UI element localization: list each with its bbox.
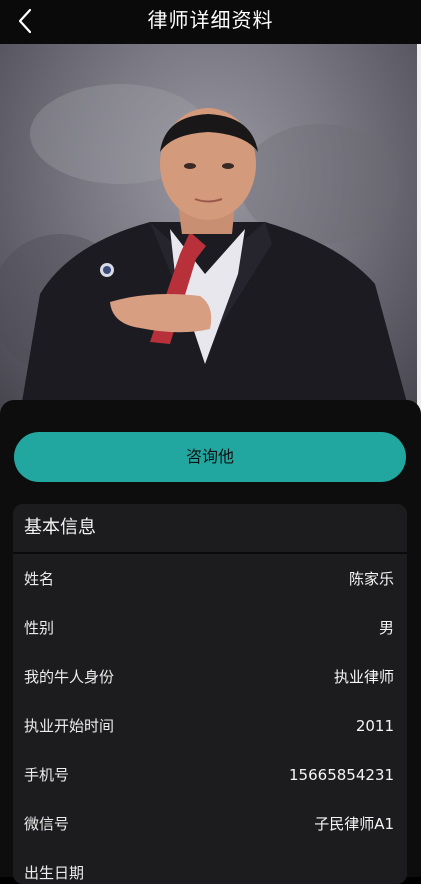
info-row-practice-start: 执业开始时间 2011 (13, 701, 407, 750)
profile-panel: 咨询他 基本信息 姓名 陈家乐 性别 男 我的牛人身份 执业律师 执业开始时间 … (0, 400, 421, 884)
info-label: 手机号 (24, 766, 70, 784)
lawyer-portrait-image (0, 84, 410, 414)
info-value: 陈家乐 (348, 570, 394, 588)
photo-edge (417, 44, 421, 414)
info-row-identity: 我的牛人身份 执业律师 (13, 652, 407, 701)
page-title: 律师详细资料 (147, 8, 274, 32)
info-value: 15665854231 (289, 765, 394, 784)
info-row-birthdate: 出生日期 (13, 848, 407, 884)
info-value: 2011 (355, 716, 394, 735)
info-label: 微信号 (24, 815, 70, 833)
info-value: 子民律师A1 (314, 815, 394, 833)
info-row-name: 姓名 陈家乐 (13, 554, 407, 603)
info-label: 出生日期 (24, 864, 85, 882)
info-label: 性别 (24, 619, 55, 637)
lawyer-profile-photo (0, 44, 421, 414)
info-label: 我的牛人身份 (24, 668, 115, 686)
info-value: 男 (378, 619, 394, 637)
info-label: 执业开始时间 (24, 717, 115, 735)
info-label: 姓名 (24, 570, 55, 588)
consult-button[interactable]: 咨询他 (14, 432, 406, 482)
top-navigation-bar: 律师详细资料 (0, 0, 421, 44)
basic-info-title: 基本信息 (13, 504, 407, 554)
info-value: 执业律师 (333, 668, 394, 686)
basic-info-card: 基本信息 姓名 陈家乐 性别 男 我的牛人身份 执业律师 执业开始时间 2011… (13, 504, 407, 884)
info-row-phone: 手机号 15665854231 (13, 750, 407, 799)
info-row-gender: 性别 男 (13, 603, 407, 652)
info-row-wechat: 微信号 子民律师A1 (13, 799, 407, 848)
